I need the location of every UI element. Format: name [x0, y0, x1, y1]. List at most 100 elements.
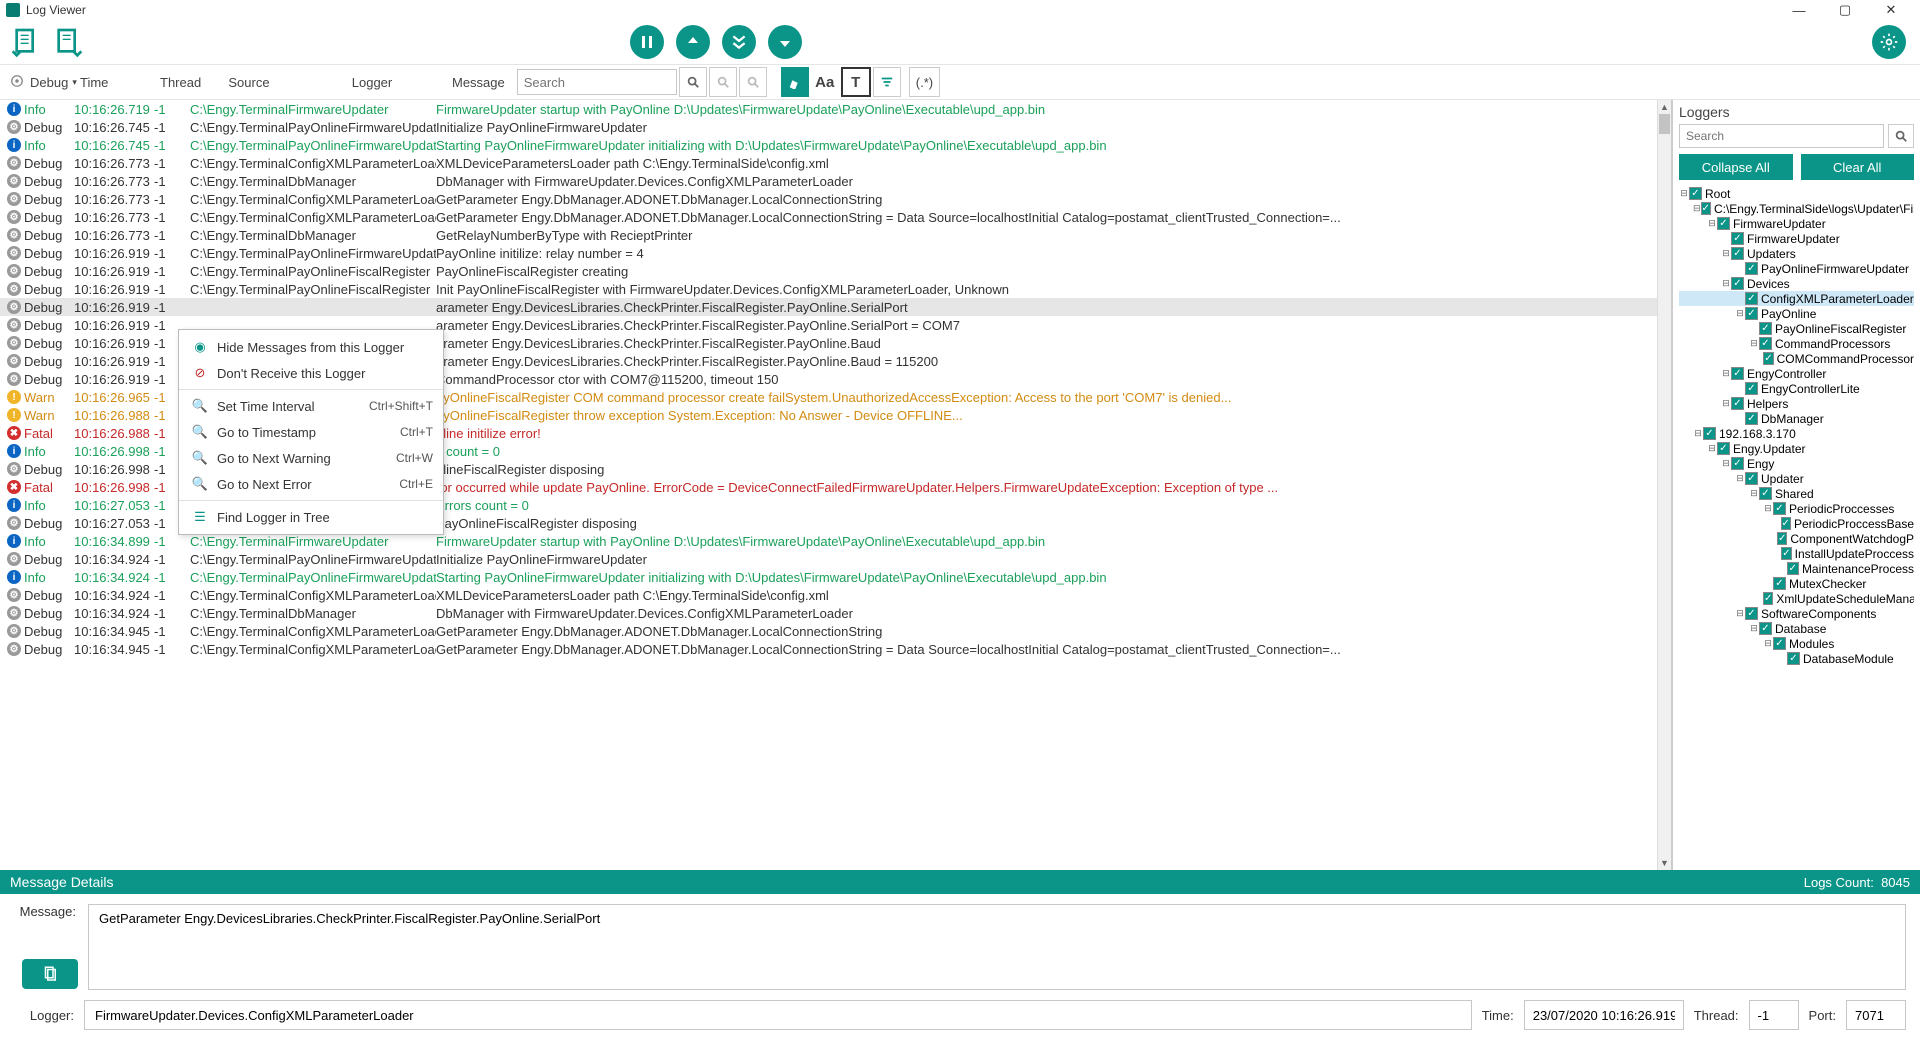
checkbox[interactable]: ✓ — [1745, 382, 1758, 395]
checkbox[interactable]: ✓ — [1745, 292, 1758, 305]
table-row[interactable]: iInfo10:16:34.924-1C:\Engy.TerminalSiPay… — [0, 568, 1671, 586]
checkbox[interactable]: ✓ — [1745, 607, 1758, 620]
scroll-down-arrow[interactable]: ▼ — [1658, 856, 1671, 870]
scroll-down-double-button[interactable] — [722, 25, 756, 59]
table-row[interactable]: ⚙Debug10:16:26.773-1C:\Engy.TerminalSiDb… — [0, 172, 1671, 190]
tree-node[interactable]: ✓MutexChecker — [1679, 576, 1914, 591]
logger-field[interactable] — [84, 1000, 1472, 1030]
table-row[interactable]: ⚙Debug10:16:26.745-1C:\Engy.TerminalSiPa… — [0, 118, 1671, 136]
search-all-button[interactable] — [739, 67, 767, 97]
highlight-toggle[interactable] — [781, 67, 809, 97]
table-row[interactable]: ⚙Debug10:16:26.773-1C:\Engy.TerminalSiCo… — [0, 208, 1671, 226]
tree-node[interactable]: ⊟✓Database — [1679, 621, 1914, 636]
table-row[interactable]: ⚙Debug10:16:26.919-1arameter Engy.Device… — [0, 298, 1671, 316]
pause-button[interactable] — [630, 25, 664, 59]
expand-icon[interactable]: ⊟ — [1749, 488, 1759, 499]
message-text[interactable]: GetParameter Engy.DevicesLibraries.Check… — [88, 904, 1906, 990]
expand-icon[interactable]: ⊟ — [1721, 398, 1731, 409]
copy-message-button[interactable] — [22, 959, 78, 989]
tree-node[interactable]: ✓PayOnlineFiscalRegister — [1679, 321, 1914, 336]
checkbox[interactable]: ✓ — [1745, 472, 1758, 485]
expand-icon[interactable]: ⊟ — [1721, 248, 1731, 259]
checkbox[interactable]: ✓ — [1731, 232, 1744, 245]
close-button[interactable]: ✕ — [1868, 1, 1914, 19]
checkbox[interactable]: ✓ — [1781, 517, 1791, 530]
expand-icon[interactable]: ⊟ — [1749, 338, 1759, 349]
expand-icon[interactable]: ⊟ — [1763, 638, 1773, 649]
tree-node[interactable]: ⊟✓Engy.Updater — [1679, 441, 1914, 456]
tree-node[interactable]: ⊟✓FirmwareUpdater — [1679, 216, 1914, 231]
tree-node[interactable]: ✓ConfigXMLParameterLoader — [1679, 291, 1914, 306]
tree-node[interactable]: ✓PeriodicProccessBase — [1679, 516, 1914, 531]
checkbox[interactable]: ✓ — [1689, 187, 1702, 200]
checkbox[interactable]: ✓ — [1745, 412, 1758, 425]
table-row[interactable]: ⚙Debug10:16:26.919-1C:\Engy.TerminalSiPa… — [0, 280, 1671, 298]
tree-node[interactable]: ✓DbManager — [1679, 411, 1914, 426]
checkbox[interactable]: ✓ — [1759, 337, 1772, 350]
search-prev-button[interactable] — [709, 67, 737, 97]
tree-node[interactable]: ⊟✓192.168.3.170 — [1679, 426, 1914, 441]
whole-word-toggle[interactable]: T — [841, 67, 871, 97]
ctx-goto-next-error[interactable]: 🔍 Go to Next Error Ctrl+E — [179, 471, 443, 497]
tree-node[interactable]: ⊟✓EngyController — [1679, 366, 1914, 381]
col-time[interactable]: Time — [74, 75, 154, 90]
checkbox[interactable]: ✓ — [1763, 352, 1773, 365]
collapse-all-button[interactable]: Collapse All — [1679, 154, 1793, 180]
tree-node[interactable]: ⊟✓PayOnline — [1679, 306, 1914, 321]
tree-node[interactable]: ✓COMCommandProcessor — [1679, 351, 1914, 366]
tree-node[interactable]: ✓InstallUpdateProccess — [1679, 546, 1914, 561]
table-row[interactable]: iInfo10:16:26.719-1C:\Engy.TerminalSiFir… — [0, 100, 1671, 118]
table-row[interactable]: ⚙Debug10:16:34.945-1C:\Engy.TerminalSiCo… — [0, 622, 1671, 640]
checkbox[interactable]: ✓ — [1717, 217, 1730, 230]
tree-node[interactable]: ⊟✓Shared — [1679, 486, 1914, 501]
expand-icon[interactable]: ⊟ — [1721, 278, 1731, 289]
tree-node[interactable]: ⊟✓CommandProcessors — [1679, 336, 1914, 351]
col-message[interactable]: Message — [446, 75, 511, 90]
tree-node[interactable]: ⊟✓Modules — [1679, 636, 1914, 651]
tree-node[interactable]: ✓ComponentWatchdogPr — [1679, 531, 1914, 546]
ctx-dont-receive[interactable]: ⊘ Don't Receive this Logger — [179, 360, 443, 386]
filter-options-button[interactable] — [873, 67, 901, 97]
expand-icon[interactable]: ⊟ — [1707, 443, 1717, 454]
expand-icon[interactable]: ⊟ — [1693, 428, 1703, 439]
col-thread[interactable]: Thread — [154, 75, 200, 90]
table-row[interactable]: ⚙Debug10:16:26.773-1C:\Engy.TerminalSiCo… — [0, 154, 1671, 172]
expand-icon[interactable]: ⊟ — [1721, 368, 1731, 379]
clear-all-button[interactable]: Clear All — [1801, 154, 1915, 180]
checkbox[interactable]: ✓ — [1781, 547, 1791, 560]
checkbox[interactable]: ✓ — [1759, 487, 1772, 500]
checkbox[interactable]: ✓ — [1701, 202, 1711, 215]
thread-field[interactable] — [1749, 1000, 1799, 1030]
tree-node[interactable]: ⊟✓Updaters — [1679, 246, 1914, 261]
ctx-goto-next-warning[interactable]: 🔍 Go to Next Warning Ctrl+W — [179, 445, 443, 471]
table-row[interactable]: ⚙Debug10:16:26.773-1C:\Engy.TerminalSiCo… — [0, 190, 1671, 208]
col-logger[interactable]: Logger — [298, 75, 446, 90]
export-file-icon[interactable] — [50, 24, 86, 60]
expand-icon[interactable]: ⊟ — [1763, 503, 1773, 514]
ctx-find-in-tree[interactable]: ☰ Find Logger in Tree — [179, 504, 443, 530]
checkbox[interactable]: ✓ — [1745, 262, 1758, 275]
settings-button[interactable] — [1872, 25, 1906, 59]
checkbox[interactable]: ✓ — [1731, 367, 1744, 380]
ctx-hide-logger[interactable]: ◉ Hide Messages from this Logger — [179, 334, 443, 360]
table-row[interactable]: ⚙Debug10:16:26.919-1C:\Engy.TerminalSiPa… — [0, 262, 1671, 280]
checkbox[interactable]: ✓ — [1773, 577, 1786, 590]
tree-node[interactable]: ⊟✓Devices — [1679, 276, 1914, 291]
regex-input[interactable]: (.*) — [909, 67, 940, 97]
table-row[interactable]: iInfo10:16:26.745-1C:\Engy.TerminalSiPay… — [0, 136, 1671, 154]
table-row[interactable]: ⚙Debug10:16:34.924-1C:\Engy.TerminalSiPa… — [0, 550, 1671, 568]
checkbox[interactable]: ✓ — [1773, 502, 1786, 515]
tree-node[interactable]: ✓DatabaseModule — [1679, 651, 1914, 666]
ctx-set-time-interval[interactable]: 🔍 Set Time Interval Ctrl+Shift+T — [179, 393, 443, 419]
tree-node[interactable]: ✓XmlUpdateScheduleManag — [1679, 591, 1914, 606]
vertical-scrollbar[interactable]: ▲ ▼ — [1657, 100, 1671, 870]
tree-node[interactable]: ⊟✓Updater — [1679, 471, 1914, 486]
tree-node[interactable]: ⊟✓SoftwareComponents — [1679, 606, 1914, 621]
port-field[interactable] — [1846, 1000, 1906, 1030]
expand-icon[interactable]: ⊟ — [1749, 623, 1759, 634]
tree-search-input[interactable] — [1679, 124, 1884, 148]
checkbox[interactable]: ✓ — [1759, 322, 1772, 335]
time-field[interactable] — [1524, 1000, 1684, 1030]
search-input[interactable] — [517, 69, 677, 95]
tree-node[interactable]: ⊟✓Root — [1679, 186, 1914, 201]
